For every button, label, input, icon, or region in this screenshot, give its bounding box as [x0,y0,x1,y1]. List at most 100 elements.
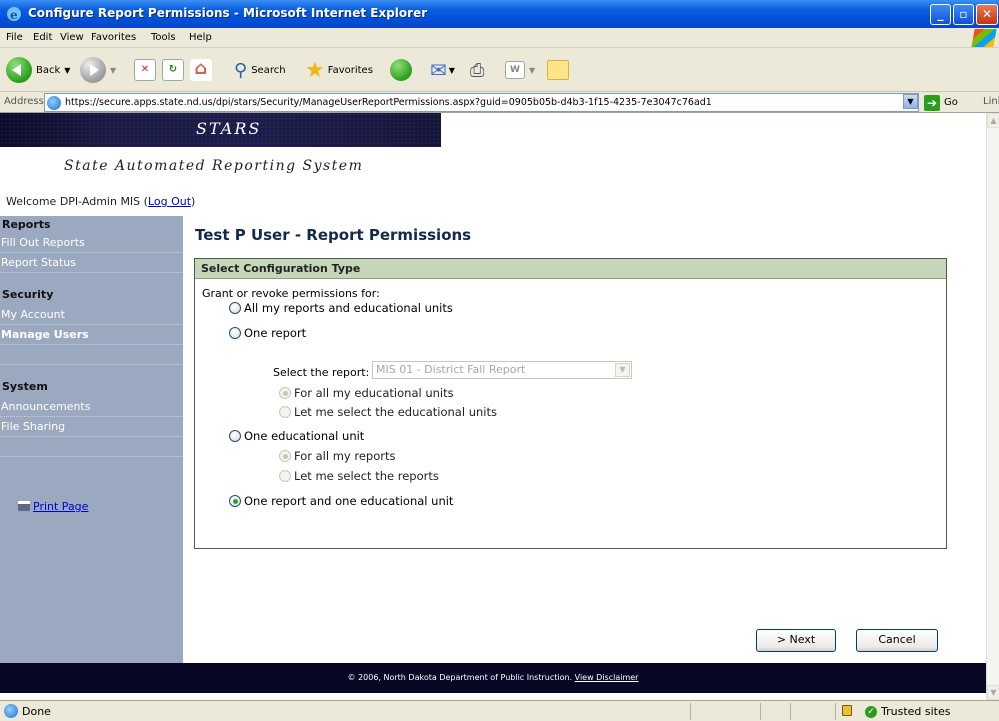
address-dropdown-icon[interactable]: ▼ [903,94,918,109]
mail-icon: ✉ [430,58,447,82]
history-button[interactable] [390,54,412,86]
security-zone[interactable]: ✓ Trusted sites [865,705,951,718]
refresh-icon: ↻ [162,59,184,81]
address-label: Address [4,96,44,107]
maximize-button[interactable]: ▫ [953,4,974,25]
banner-subtitle: State Automated Reporting System [64,158,364,174]
menu-tools[interactable]: Tools [151,32,176,43]
back-button[interactable]: Back ▼ [6,54,70,86]
search-button[interactable]: ⚲ Search [234,54,286,86]
view-disclaimer-link[interactable]: View Disclaimer [575,673,639,682]
page-title: Test P User - Report Permissions [195,226,472,244]
browser-window: e Configure Report Permissions - Microso… [0,0,999,721]
forward-dropdown-icon[interactable]: ▼ [110,66,116,75]
lock-icon[interactable] [842,705,852,716]
sidebar: Reports Fill Out Reports Report Status S… [0,216,183,663]
menu-view[interactable]: View [60,32,84,43]
radio-one-educational-unit[interactable] [229,430,241,442]
minimize-button[interactable]: _ [930,4,951,25]
status-divider [690,703,691,720]
print-page-link[interactable]: Print Page [33,500,88,513]
option-report-and-unit[interactable]: One report and one educational unit [229,494,453,508]
sidebar-item-file-sharing[interactable]: File Sharing [0,418,183,437]
radio-select-reports[interactable] [279,470,291,482]
edit-dropdown-icon[interactable]: ▼ [529,66,535,75]
page-icon [47,96,61,110]
favorites-button[interactable]: ★ Favorites [305,54,373,86]
sidebar-item-report-status[interactable]: Report Status [0,254,183,273]
option-all-educational-units[interactable]: For all my educational units [279,386,454,400]
title-bar: e Configure Report Permissions - Microso… [0,0,999,28]
scroll-up-icon[interactable]: ▲ [987,113,999,128]
mail-dropdown-icon[interactable]: ▼ [449,66,455,75]
radio-all-educational-units[interactable] [279,387,291,399]
radio-all-reports-units[interactable] [229,302,241,314]
radio-report-and-unit[interactable] [229,495,241,507]
configuration-panel: Select Configuration Type Grant or revok… [194,258,947,652]
option-one-report[interactable]: One report [229,326,306,340]
status-divider [790,703,791,720]
report-select[interactable]: MIS 01 - District Fall Report ▼ [372,361,632,379]
option-select-units-label: Let me select the educational units [294,405,497,419]
option-select-reports[interactable]: Let me select the reports [279,469,439,483]
address-input[interactable]: https://secure.apps.state.nd.us/dpi/star… [44,93,919,112]
select-dropdown-icon[interactable]: ▼ [615,363,630,377]
sidebar-item-announcements[interactable]: Announcements [0,398,183,417]
note-icon [547,60,569,80]
radio-one-report[interactable] [229,327,241,339]
edit-button[interactable]: W ▼ [505,54,535,86]
option-all-reports-units[interactable]: All my reports and educational units [229,301,453,315]
mail-button[interactable]: ✉ ▼ [430,54,455,86]
menu-help[interactable]: Help [189,32,212,43]
refresh-button[interactable]: ↻ [162,54,184,86]
favorites-label: Favorites [327,64,373,76]
select-report-label: Select the report: [273,366,370,379]
ie-status-icon [4,704,18,718]
option-all-reports[interactable]: For all my reports [279,449,396,463]
option-one-educational-unit[interactable]: One educational unit [229,429,364,443]
vertical-scrollbar[interactable]: ▲ ▼ [986,113,999,700]
home-button[interactable]: ⌂ [190,54,212,86]
option-all-units-label: For all my educational units [294,386,454,400]
sidebar-item-fill-out-reports[interactable]: Fill Out Reports [0,234,183,253]
status-bar: Done ✓ Trusted sites [0,700,999,721]
menu-bar: File Edit View Favorites Tools Help [0,28,999,48]
sidebar-spacer [0,438,183,457]
forward-button[interactable]: ▼ [80,54,116,86]
search-icon: ⚲ [234,59,248,81]
sidebar-item-my-account[interactable]: My Account [0,306,183,325]
address-url[interactable]: https://secure.apps.state.nd.us/dpi/star… [65,97,712,108]
windows-logo-icon [971,29,997,47]
close-button[interactable]: ✕ [976,4,998,25]
links-label[interactable]: Links [983,96,999,107]
sidebar-item-manage-users[interactable]: Manage Users [0,326,183,345]
cancel-button[interactable]: Cancel [856,629,938,652]
print-button[interactable]: ⎙ [470,54,484,86]
welcome-close-paren: ) [191,195,196,208]
search-label: Search [251,64,286,76]
back-arrow-icon [6,57,32,83]
address-bar: Address https://secure.apps.state.nd.us/… [0,92,999,113]
history-icon [390,59,412,81]
option-select-educational-units[interactable]: Let me select the educational units [279,405,497,419]
stop-icon: ✕ [134,59,156,81]
radio-select-educational-units[interactable] [279,406,291,418]
status-divider [835,703,836,720]
radio-all-reports[interactable] [279,450,291,462]
logout-link[interactable]: Log Out [148,195,191,208]
menu-file[interactable]: File [6,32,23,43]
option-report-and-unit-label: One report and one educational unit [244,494,454,508]
back-dropdown-icon[interactable]: ▼ [64,66,70,75]
status-text: Done [22,705,51,718]
menu-edit[interactable]: Edit [33,32,52,43]
discuss-button[interactable] [547,54,569,86]
option-one-unit-label: One educational unit [244,429,365,443]
stop-button[interactable]: ✕ [134,54,156,86]
next-button[interactable]: > Next [756,629,836,652]
go-button[interactable]: ➔ Go [924,94,964,111]
ie-logo-icon: e [7,7,21,22]
scroll-down-icon[interactable]: ▼ [987,685,999,700]
home-icon: ⌂ [190,59,212,81]
option-all-label: All my reports and educational units [244,301,453,315]
menu-favorites[interactable]: Favorites [91,32,136,43]
